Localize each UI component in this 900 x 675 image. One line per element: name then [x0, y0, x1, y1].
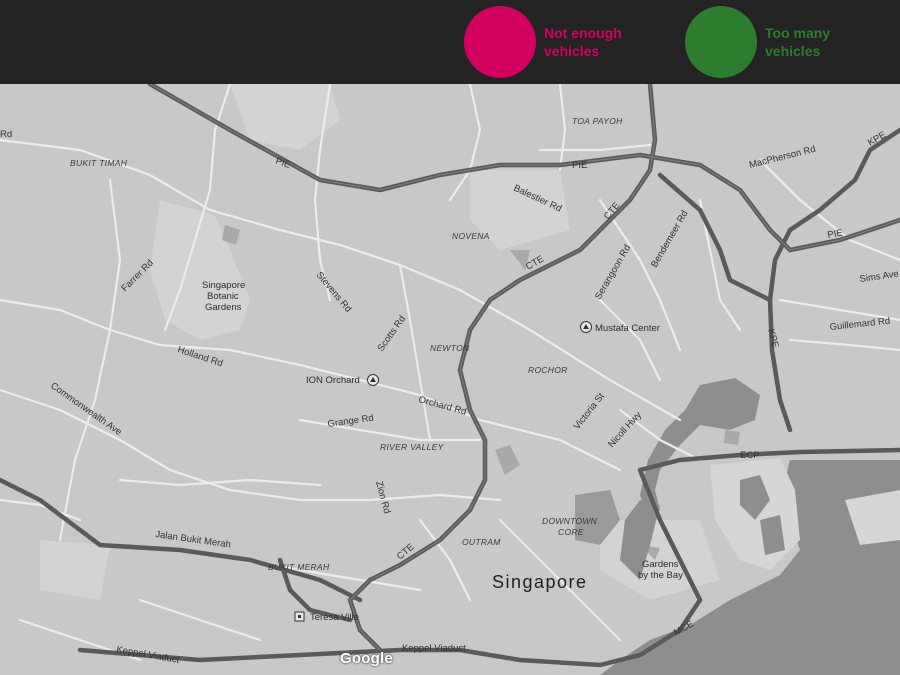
poi-label[interactable]: Mustafa Center: [595, 323, 660, 334]
road-label: ECP: [740, 450, 760, 461]
city-label: Singapore: [492, 572, 588, 592]
legend-item-not-enough: Not enough vehicles: [464, 6, 654, 78]
area-label: BUKIT MERAH: [268, 562, 330, 572]
poi-label: Gardens: [205, 302, 242, 313]
legend-label-not-enough: Not enough vehicles: [544, 24, 654, 60]
area-label: RIVER VALLEY: [380, 442, 445, 452]
road-label: Rd: [0, 129, 12, 140]
area-label: NOVENA: [452, 231, 490, 241]
poi-label: Singapore: [202, 280, 245, 291]
poi-label: Botanic: [207, 291, 239, 302]
area-label: TOA PAYOH: [572, 116, 623, 126]
google-logo[interactable]: Google: [340, 650, 393, 667]
road-label: PIE: [572, 160, 587, 171]
legend-swatch-too-many: [685, 6, 757, 78]
legend-label-line: vehicles: [765, 43, 821, 59]
shopping-icon[interactable]: [580, 321, 592, 333]
area-label: ROCHOR: [528, 365, 568, 375]
legend-label-too-many: Too many vehicles: [765, 24, 875, 60]
map-svg[interactable]: Rd PIE PIE PIE MacPherson Rd KPE KPE Bal…: [0, 84, 900, 675]
poi-label[interactable]: ION Orchard: [306, 375, 360, 386]
road-label: Keppel Viaduct: [402, 643, 466, 654]
shopping-icon[interactable]: [367, 374, 379, 386]
area-label: CORE: [558, 527, 584, 537]
legend-label-line: vehicles: [544, 43, 600, 59]
poi-label[interactable]: Teresa Ville: [310, 612, 359, 623]
legend-label-line: Not enough: [544, 25, 622, 41]
map-canvas[interactable]: Rd PIE PIE PIE MacPherson Rd KPE KPE Bal…: [0, 84, 900, 675]
area-label: BUKIT TIMAH: [70, 158, 128, 168]
area-label: OUTRAM: [462, 537, 501, 547]
area-label: NEWTON: [430, 343, 470, 353]
area-label: DOWNTOWN: [542, 516, 598, 526]
legend-item-too-many: Too many vehicles: [685, 6, 875, 78]
legend-bar: Not enough vehicles Too many vehicles: [0, 0, 900, 84]
building-icon[interactable]: [294, 611, 305, 622]
legend-swatch-not-enough: [464, 6, 536, 78]
legend-label-line: Too many: [765, 25, 831, 41]
poi-label: by the Bay: [638, 570, 683, 581]
poi-label: Gardens: [642, 559, 679, 570]
